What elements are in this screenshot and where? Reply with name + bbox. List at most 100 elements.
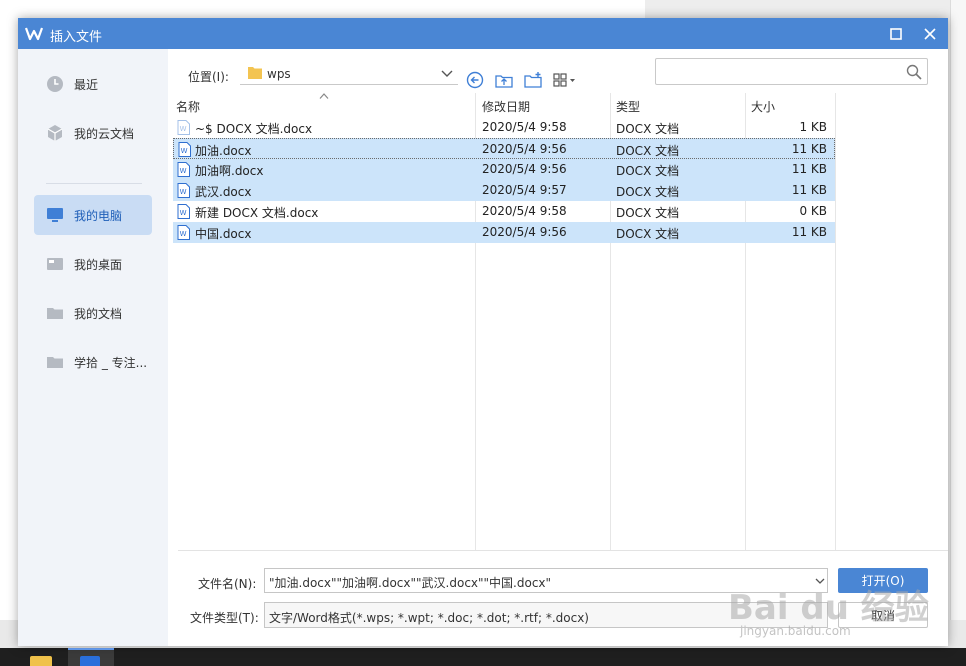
up-folder-icon[interactable] (495, 71, 513, 89)
file-size: 1 KB (799, 120, 827, 134)
sidebar-item-desktop[interactable]: 我的桌面 (34, 244, 152, 284)
chevron-down-icon (441, 70, 453, 77)
location-label: 位置(I): (188, 70, 229, 84)
dialog-titlebar: 插入文件 (18, 18, 948, 49)
location-value: wps (267, 67, 291, 81)
file-date: 2020/5/4 9:58 (482, 120, 567, 134)
svg-text:W: W (180, 125, 187, 133)
folder-icon (248, 67, 262, 79)
file-size: 11 KB (791, 183, 827, 197)
location-dropdown[interactable]: wps (240, 63, 458, 85)
sidebar-label-my-documents: 我的文档 (74, 307, 123, 321)
file-row[interactable]: W 加油啊.docx 2020/5/4 9:56 DOCX 文档 11 KB (173, 159, 835, 180)
svg-text:W: W (180, 209, 187, 217)
svg-text:W: W (180, 188, 187, 196)
search-input[interactable] (655, 58, 928, 85)
desktop-icon (47, 258, 63, 270)
cloud-cube-icon (47, 125, 63, 141)
word-doc-icon: W (177, 204, 190, 219)
word-doc-icon: W (177, 225, 190, 240)
sidebar-item-recent[interactable]: 最近 (34, 64, 152, 104)
file-name: 加油啊.docx (195, 164, 264, 178)
wps-app-icon (80, 656, 100, 666)
file-type: DOCX 文档 (616, 185, 680, 199)
column-header-date[interactable]: 修改日期 (482, 98, 530, 115)
search-icon (906, 64, 922, 80)
file-date: 2020/5/4 9:56 (482, 225, 567, 239)
monitor-icon (47, 208, 63, 222)
sidebar-item-xueshi-folder[interactable]: 学拾 _ 专注... (34, 342, 152, 382)
close-icon (924, 27, 936, 40)
maximize-icon (890, 27, 902, 40)
folder-icon (47, 308, 63, 319)
word-doc-icon: W (178, 142, 191, 157)
file-row[interactable]: W 加油.docx 2020/5/4 9:56 DOCX 文档 11 KB (173, 138, 835, 159)
column-separator (835, 93, 836, 551)
column-header-name[interactable]: 名称 (176, 98, 200, 115)
file-date: 2020/5/4 9:56 (482, 162, 567, 176)
divider (178, 550, 948, 551)
file-name: 新建 DOCX 文档.docx (195, 206, 319, 220)
svg-text:W: W (181, 147, 188, 155)
new-folder-icon[interactable] (524, 71, 542, 89)
back-icon[interactable] (466, 71, 484, 89)
file-type: DOCX 文档 (616, 206, 680, 220)
svg-text:W: W (180, 167, 187, 175)
active-indicator (68, 648, 114, 650)
word-doc-icon: W (177, 120, 190, 135)
svg-text:W: W (180, 230, 187, 238)
maximize-button[interactable] (879, 18, 913, 49)
sidebar-item-cloud-docs[interactable]: 我的云文档 (34, 113, 152, 153)
file-name: ~$ DOCX 文档.docx (195, 122, 313, 136)
wps-logo-icon (25, 27, 43, 41)
insert-file-dialog: 插入文件 最近 我的云文档 我的电脑 我的桌面 我的文档 学拾 _ 专注... … (18, 18, 948, 646)
view-menu-icon[interactable] (553, 71, 579, 89)
clock-icon (47, 76, 63, 92)
sidebar-label-desktop: 我的桌面 (74, 258, 123, 272)
file-size: 11 KB (791, 225, 827, 239)
column-header-type[interactable]: 类型 (616, 98, 640, 115)
file-type: DOCX 文档 (616, 164, 680, 178)
file-type: DOCX 文档 (616, 144, 680, 158)
file-size: 0 KB (799, 204, 827, 218)
file-name: 中国.docx (195, 227, 252, 241)
file-list: 名称 修改日期 类型 大小 W ~$ DOCX 文档.docx 2020/5/4… (173, 93, 838, 551)
dialog-title: 插入文件 (50, 30, 103, 45)
sidebar-label-xueshi-folder: 学拾 _ 专注... (74, 356, 148, 370)
sidebar-item-my-documents[interactable]: 我的文档 (34, 293, 152, 333)
baidu-watermark: Bai du 经验 (728, 588, 929, 628)
sidebar-label-my-computer: 我的电脑 (74, 209, 123, 223)
file-explorer-taskbar-icon[interactable] (30, 656, 52, 666)
file-type: DOCX 文档 (616, 122, 680, 136)
file-type: DOCX 文档 (616, 227, 680, 241)
file-row[interactable]: W 中国.docx 2020/5/4 9:56 DOCX 文档 11 KB (173, 222, 835, 243)
filename-label: 文件名(N): (198, 577, 257, 591)
filetype-value: 文字/Word格式(*.wps; *.wpt; *.doc; *.dot; *.… (269, 611, 589, 625)
file-row[interactable]: W 武汉.docx 2020/5/4 9:57 DOCX 文档 11 KB (173, 180, 835, 201)
sort-ascending-icon (319, 93, 329, 99)
baidu-watermark-url: jingyan.baidu.com (740, 624, 851, 638)
sidebar-label-recent: 最近 (74, 78, 99, 92)
column-header-size[interactable]: 大小 (751, 98, 775, 115)
sidebar-item-my-computer[interactable]: 我的电脑 (34, 195, 152, 235)
file-size: 11 KB (791, 162, 827, 176)
file-date: 2020/5/4 9:58 (482, 204, 567, 218)
file-name: 加油.docx (195, 144, 252, 158)
filename-value: "加油.docx""加油啊.docx""武汉.docx""中国.docx" (269, 576, 552, 590)
places-sidebar: 最近 我的云文档 我的电脑 我的桌面 我的文档 学拾 _ 专注... (18, 49, 168, 646)
close-button[interactable] (913, 18, 947, 49)
file-row[interactable]: W 新建 DOCX 文档.docx 2020/5/4 9:58 DOCX 文档 … (173, 201, 835, 222)
taskbar (0, 648, 966, 666)
folder-icon (47, 357, 63, 368)
file-row[interactable]: W ~$ DOCX 文档.docx 2020/5/4 9:58 DOCX 文档 … (173, 117, 835, 138)
background-scrollbar (950, 0, 966, 650)
word-doc-icon: W (177, 183, 190, 198)
file-date: 2020/5/4 9:57 (482, 183, 567, 197)
filetype-label: 文件类型(T): (190, 611, 259, 625)
sidebar-label-cloud-docs: 我的云文档 (74, 127, 135, 141)
file-size: 11 KB (791, 142, 827, 156)
word-doc-icon: W (177, 162, 190, 177)
file-name: 武汉.docx (195, 185, 252, 199)
sidebar-divider (46, 183, 142, 184)
file-date: 2020/5/4 9:56 (482, 142, 567, 156)
